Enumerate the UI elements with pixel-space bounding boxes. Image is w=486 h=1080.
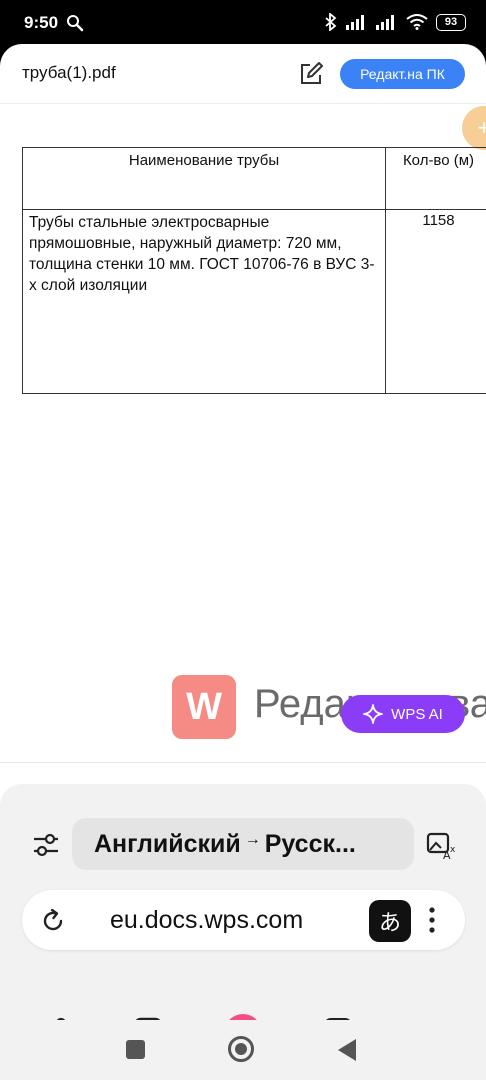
table-row: Трубы стальные электросварные прямошовны… bbox=[22, 209, 486, 394]
signal-icon-2 bbox=[376, 15, 394, 30]
wps-logo-icon: W bbox=[172, 675, 236, 739]
back-icon[interactable] bbox=[338, 1039, 356, 1061]
signal-icon bbox=[346, 15, 364, 30]
source-language: Английский bbox=[94, 829, 241, 858]
language-selector[interactable]: Английский → Русск... bbox=[72, 818, 414, 870]
edit-on-pc-button[interactable]: Редакт.на ПК bbox=[340, 59, 465, 89]
floating-add-icon[interactable]: + bbox=[462, 106, 486, 150]
address-bar[interactable]: eu.docs.wps.com あ bbox=[22, 890, 465, 950]
status-time: 9:50 bbox=[24, 13, 59, 32]
pipe-description: Трубы стальные электросварные прямошовны… bbox=[22, 209, 386, 394]
image-translate-icon[interactable]: A x bbox=[426, 832, 456, 860]
settings-sliders-icon[interactable] bbox=[32, 832, 60, 858]
reload-icon[interactable] bbox=[39, 907, 67, 935]
file-name: труба(1).pdf bbox=[22, 63, 116, 82]
bluetooth-icon bbox=[325, 13, 337, 31]
wifi-icon bbox=[406, 14, 428, 30]
search-icon bbox=[67, 15, 84, 32]
pdf-viewer: труба(1).pdf Редакт.на ПК + Наименование… bbox=[0, 44, 486, 1080]
divider bbox=[0, 762, 486, 763]
system-nav-bar bbox=[0, 1020, 486, 1080]
header-pipe-name: Наименование трубы bbox=[22, 147, 386, 210]
table-header-row: Наименование трубы Кол-во (м) bbox=[22, 147, 486, 210]
recents-icon[interactable] bbox=[126, 1040, 145, 1059]
target-language: Русск... bbox=[264, 829, 356, 858]
battery-indicator: 93 bbox=[436, 13, 466, 31]
wps-ai-button[interactable]: WPS AI bbox=[341, 695, 465, 733]
more-vert-icon[interactable] bbox=[427, 906, 437, 934]
translate-bar: Английский → Русск... A x bbox=[0, 818, 486, 870]
wps-ai-label: WPS AI bbox=[391, 705, 443, 723]
svg-text:x: x bbox=[450, 845, 456, 855]
language-arrow: → bbox=[244, 831, 261, 848]
header-quantity: Кол-во (м) bbox=[385, 147, 486, 210]
app-bar: труба(1).pdf Редакт.на ПК bbox=[0, 44, 486, 104]
status-bar: 9:50 93 bbox=[0, 0, 486, 44]
sparkle-icon bbox=[363, 704, 384, 724]
home-icon[interactable] bbox=[228, 1036, 254, 1062]
pipe-table: Наименование трубы Кол-во (м) Трубы стал… bbox=[22, 147, 486, 394]
pipe-quantity: 1158 bbox=[385, 209, 486, 394]
url-text: eu.docs.wps.com bbox=[110, 906, 304, 934]
page-translate-button[interactable]: あ bbox=[369, 900, 411, 942]
edit-icon[interactable] bbox=[297, 60, 325, 88]
